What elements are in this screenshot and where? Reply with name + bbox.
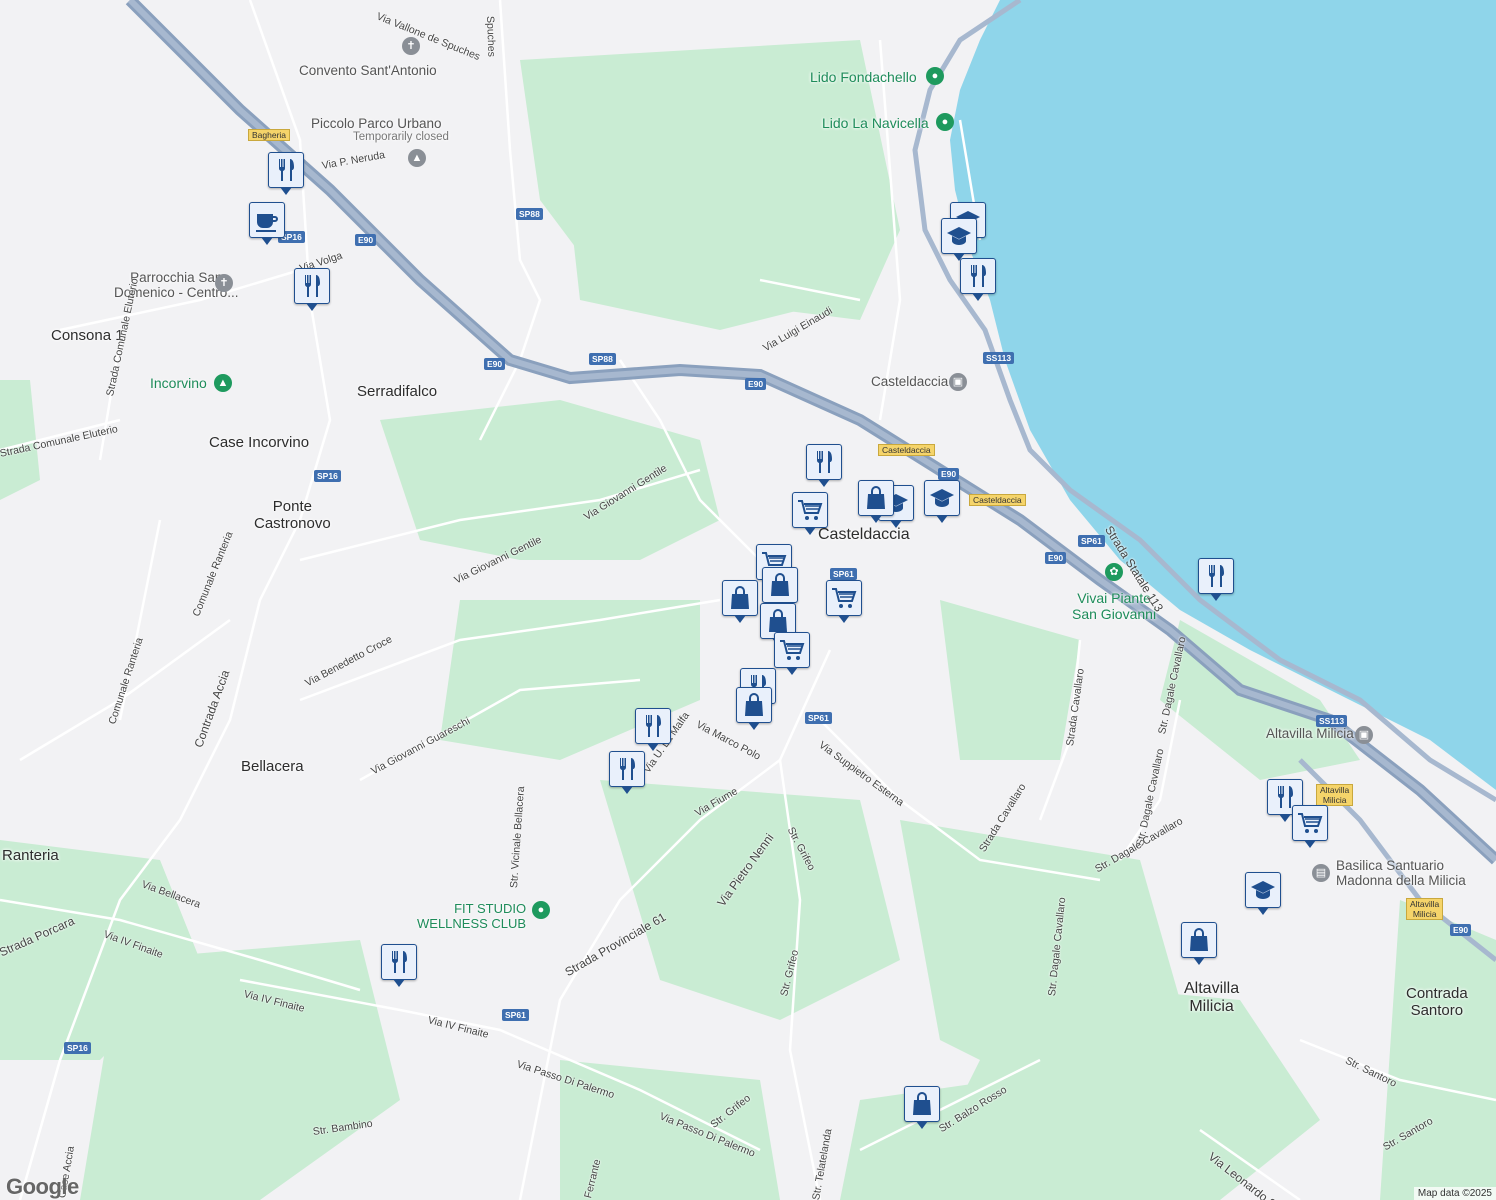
place-consona: Consona 1 xyxy=(51,327,124,344)
place-contrada-santoro: Contrada Santoro xyxy=(1406,985,1468,1019)
map-marker[interactable] xyxy=(904,1086,940,1129)
train-icon[interactable]: ▣ xyxy=(1355,726,1373,744)
church-icon[interactable]: ✝ xyxy=(402,37,420,55)
route-shield: SP88 xyxy=(589,353,616,365)
map-canvas[interactable]: Consona 1 Serradifalco Case Incorvino Po… xyxy=(0,0,1496,1200)
route-shield: E90 xyxy=(1450,924,1472,936)
route-shield: E90 xyxy=(1045,552,1067,564)
place-ponte-castronovo: Ponte Castronovo xyxy=(254,498,331,532)
route-shield: SP61 xyxy=(1078,535,1105,547)
route-shield: SP16 xyxy=(64,1042,91,1054)
church-icon[interactable]: ✝ xyxy=(215,274,233,292)
poi-fit-studio[interactable]: FIT STUDIO WELLNESS CLUB xyxy=(417,901,526,931)
gym-icon[interactable]: ● xyxy=(532,901,550,919)
exit-sign: Altavilla Milicia xyxy=(1406,898,1444,920)
poi-status: Temporarily closed xyxy=(353,131,449,143)
place-case-incorvino: Case Incorvino xyxy=(209,434,310,451)
tree-icon[interactable]: ▲ xyxy=(214,374,232,392)
map-marker[interactable] xyxy=(792,492,828,535)
route-shield: SP88 xyxy=(516,208,543,220)
poi-casteldaccia-station[interactable]: Casteldaccia xyxy=(871,374,948,389)
map-marker[interactable] xyxy=(722,580,758,623)
map-marker[interactable] xyxy=(960,258,996,301)
map-attribution[interactable]: Map data ©2025 xyxy=(1413,1187,1496,1200)
map-marker[interactable] xyxy=(774,632,810,675)
exit-sign: Bagheria xyxy=(248,129,291,141)
poi-lido-navicella[interactable]: Lido La Navicella xyxy=(822,115,929,131)
route-shield: SP61 xyxy=(830,568,857,580)
map-marker[interactable] xyxy=(762,567,798,610)
church-icon[interactable]: ▤ xyxy=(1312,864,1330,882)
map-marker[interactable] xyxy=(858,480,894,523)
place-bellacera: Bellacera xyxy=(241,758,304,775)
poi-lido-fondachello[interactable]: Lido Fondachello xyxy=(810,69,917,85)
map-marker[interactable] xyxy=(294,268,330,311)
map-marker[interactable] xyxy=(381,944,417,987)
place-casteldaccia: Casteldaccia xyxy=(818,526,910,543)
route-shield: SP16 xyxy=(314,470,341,482)
google-logo: Google xyxy=(6,1174,79,1199)
map-marker[interactable] xyxy=(941,218,977,261)
route-shield: SP61 xyxy=(805,712,832,724)
exit-sign: Altavilla Milicia xyxy=(1316,784,1354,806)
place-altavilla-milicia: Altavilla Milicia xyxy=(1184,980,1240,1015)
beach-icon[interactable]: ● xyxy=(926,67,944,85)
route-shield: E90 xyxy=(938,468,960,480)
map-marker[interactable] xyxy=(249,202,285,245)
park-icon[interactable]: ▲ xyxy=(408,149,426,167)
map-marker[interactable] xyxy=(826,580,862,623)
place-ranteria: Ranteria xyxy=(2,847,59,864)
route-shield: SS113 xyxy=(1316,715,1348,727)
map-marker[interactable] xyxy=(1245,872,1281,915)
poi-incorvino[interactable]: Incorvino xyxy=(150,375,207,391)
map-marker[interactable] xyxy=(1181,922,1217,965)
exit-sign: Casteldaccia xyxy=(878,444,935,456)
poi-altavilla-station[interactable]: Altavilla Milicia xyxy=(1266,726,1354,741)
poi-basilica[interactable]: Basilica Santuario Madonna della Milicia xyxy=(1336,858,1466,888)
route-shield: SS113 xyxy=(983,352,1015,364)
map-marker[interactable] xyxy=(635,708,671,751)
route-shield: SP61 xyxy=(502,1009,529,1021)
road-label: Spuches xyxy=(484,15,498,58)
map-marker[interactable] xyxy=(609,751,645,794)
route-shield: E90 xyxy=(745,378,767,390)
beach-icon[interactable]: ● xyxy=(936,113,954,131)
flower-icon[interactable]: ✿ xyxy=(1105,563,1123,581)
map-marker[interactable] xyxy=(268,152,304,195)
poi-piccolo-parco[interactable]: Piccolo Parco Urbano xyxy=(311,116,442,131)
train-icon[interactable]: ▣ xyxy=(949,373,967,391)
exit-sign: Casteldaccia xyxy=(969,494,1026,506)
map-marker[interactable] xyxy=(1198,558,1234,601)
place-serradifalco: Serradifalco xyxy=(357,383,438,400)
route-shield: E90 xyxy=(484,358,506,370)
poi-convento[interactable]: Convento Sant'Antonio xyxy=(299,63,437,78)
map-marker[interactable] xyxy=(736,687,772,730)
map-marker[interactable] xyxy=(924,480,960,523)
route-shield: E90 xyxy=(355,234,377,246)
map-marker[interactable] xyxy=(1292,805,1328,848)
map-marker[interactable] xyxy=(806,444,842,487)
